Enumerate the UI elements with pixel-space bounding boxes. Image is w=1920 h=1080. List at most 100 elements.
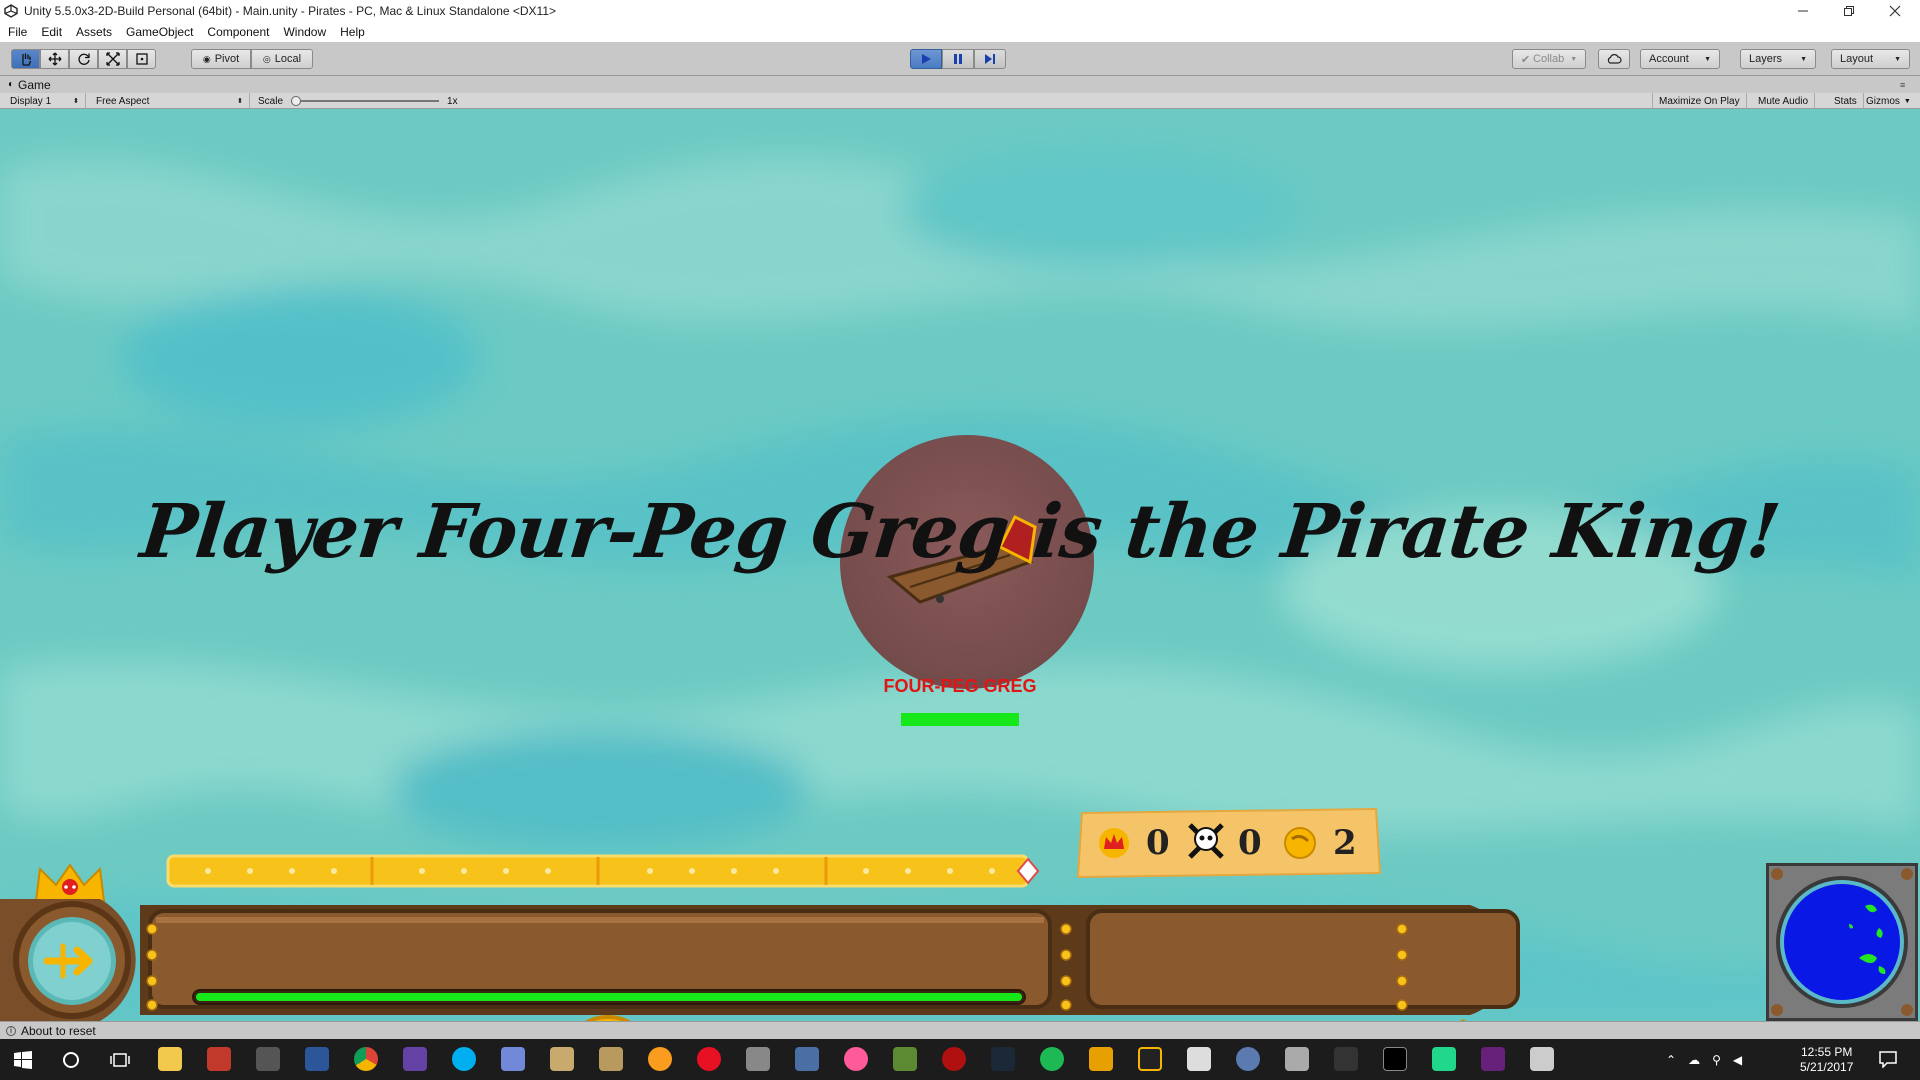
- app-globe-icon[interactable]: [1236, 1047, 1260, 1071]
- menu-assets[interactable]: Assets: [76, 25, 112, 39]
- minimap-frame: [1766, 863, 1918, 1021]
- scale-icon: [105, 52, 120, 66]
- collab-dropdown[interactable]: ✔ Collab ▼: [1512, 49, 1586, 69]
- local-toggle[interactable]: ◎ Local: [251, 49, 313, 69]
- clion-icon[interactable]: [1432, 1047, 1456, 1071]
- layers-label: Layers: [1749, 53, 1783, 65]
- chevron-down-icon: ▼: [1800, 55, 1807, 63]
- display-dropdown[interactable]: Display 1 ⬍: [4, 93, 86, 109]
- app-gray-icon[interactable]: [256, 1047, 280, 1071]
- heart-app-icon[interactable]: [697, 1047, 721, 1071]
- app-feather-icon[interactable]: [746, 1047, 770, 1071]
- kills-count: 0: [1238, 823, 1262, 863]
- app-blue-icon[interactable]: [795, 1047, 819, 1071]
- crown-stat-icon: [1099, 828, 1129, 858]
- windows-taskbar: ⌃ ☁ ⚲ ◀ 12:55 PM 5/21/2017: [0, 1039, 1920, 1080]
- osu-icon[interactable]: [844, 1047, 868, 1071]
- visual-studio-icon[interactable]: [1481, 1047, 1505, 1071]
- close-button[interactable]: [1872, 0, 1918, 22]
- game-view-controlbar: Display 1 ⬍ Free Aspect ⬍ Scale 1x Maxim…: [0, 93, 1920, 109]
- turn-progress-track: [166, 854, 1040, 888]
- app-black-icon[interactable]: [1138, 1047, 1162, 1071]
- menu-gameobject[interactable]: GameObject: [126, 25, 193, 39]
- twitch-icon[interactable]: [403, 1047, 427, 1071]
- panel-menu-icon[interactable]: ≡: [1900, 80, 1905, 90]
- task-view-icon[interactable]: [110, 1051, 130, 1069]
- game-tab-label: Game: [18, 77, 51, 92]
- chevron-down-icon: ▼: [1894, 55, 1901, 63]
- layers-dropdown[interactable]: Layers ▼: [1740, 49, 1816, 69]
- menu-file[interactable]: File: [8, 25, 27, 39]
- play-button[interactable]: [910, 49, 942, 69]
- app-orange-icon[interactable]: [1089, 1047, 1113, 1071]
- file-explorer-icon[interactable]: [158, 1047, 182, 1071]
- pause-icon: [954, 54, 962, 64]
- minecraft-icon[interactable]: [893, 1047, 917, 1071]
- onedrive-icon[interactable]: ☁: [1688, 1053, 1700, 1067]
- aspect-label: Free Aspect: [96, 95, 150, 107]
- rect-tool-button[interactable]: [127, 49, 156, 69]
- menu-edit[interactable]: Edit: [41, 25, 62, 39]
- cortana-icon[interactable]: [62, 1051, 80, 1069]
- scale-slider-thumb[interactable]: [291, 96, 302, 106]
- action-progress-fill: [196, 993, 1022, 1001]
- app-red-round-icon[interactable]: [942, 1047, 966, 1071]
- end-turn-button[interactable]: [28, 917, 116, 1005]
- skype-icon[interactable]: [452, 1047, 476, 1071]
- league-icon[interactable]: [550, 1047, 574, 1071]
- minimize-button[interactable]: [1780, 0, 1826, 22]
- discord-icon[interactable]: [501, 1047, 525, 1071]
- maximize-on-play-toggle[interactable]: Maximize On Play: [1652, 93, 1747, 109]
- scale-tool-button[interactable]: [98, 49, 127, 69]
- app-red-icon[interactable]: [207, 1047, 231, 1071]
- menu-help[interactable]: Help: [340, 25, 365, 39]
- restore-button[interactable]: [1826, 0, 1872, 22]
- layout-dropdown[interactable]: Layout ▼: [1831, 49, 1910, 69]
- minimap[interactable]: [1769, 866, 1915, 1018]
- game-tab[interactable]: ◐ Game: [0, 76, 1920, 93]
- terminal-icon[interactable]: [1383, 1047, 1407, 1071]
- move-tool-button[interactable]: [40, 49, 69, 69]
- steam-icon[interactable]: [991, 1047, 1015, 1071]
- clock[interactable]: 12:55 PM 5/21/2017: [1800, 1039, 1853, 1080]
- step-button[interactable]: [974, 49, 1006, 69]
- action-progress-track: [192, 989, 1026, 1005]
- pivot-label: Pivot: [214, 53, 240, 65]
- crowns-count: 0: [1146, 823, 1170, 863]
- pivot-toggle[interactable]: ◉ Pivot: [191, 49, 251, 69]
- word-icon[interactable]: [305, 1047, 329, 1071]
- pause-button[interactable]: [942, 49, 974, 69]
- gizmos-dropdown[interactable]: Gizmos ▼: [1860, 93, 1917, 109]
- clock-date: 5/21/2017: [1800, 1059, 1854, 1074]
- app-white-icon[interactable]: [1187, 1047, 1211, 1071]
- scale-slider[interactable]: [291, 96, 440, 106]
- rotate-tool-button[interactable]: [69, 49, 98, 69]
- unity-taskbar-icon[interactable]: [1530, 1047, 1554, 1071]
- app-cloud-icon[interactable]: [1285, 1047, 1309, 1071]
- pivot-icon: ◉: [202, 53, 211, 64]
- windows-start-icon[interactable]: [14, 1051, 32, 1069]
- menu-window[interactable]: Window: [283, 25, 326, 39]
- chrome-icon[interactable]: [354, 1047, 378, 1071]
- app-controller-icon[interactable]: [1334, 1047, 1358, 1071]
- window-titlebar: Unity 5.5.0x3-2D-Build Personal (64bit) …: [0, 0, 1920, 22]
- game-viewport[interactable]: Player Four-Peg Greg is the Pirate King!…: [0, 109, 1920, 1021]
- aspect-dropdown[interactable]: Free Aspect ⬍: [90, 93, 250, 109]
- volume-icon[interactable]: ◀: [1733, 1053, 1742, 1067]
- arrow-right-icon: [43, 943, 93, 979]
- account-dropdown[interactable]: Account ▼: [1640, 49, 1720, 69]
- cloud-button[interactable]: [1598, 49, 1630, 69]
- tray-expand-icon[interactable]: ⌃: [1666, 1053, 1676, 1067]
- editor-toolbar: ◉ Pivot ◎ Local ✔ Collab ▼ Account ▼ Lay…: [0, 42, 1920, 76]
- mute-audio-toggle[interactable]: Mute Audio: [1752, 93, 1816, 109]
- minimize-icon: [1798, 10, 1808, 12]
- spotify-icon[interactable]: [1040, 1047, 1064, 1071]
- coins-count: 2: [1333, 823, 1357, 863]
- menu-component[interactable]: Component: [207, 25, 269, 39]
- action-center-icon[interactable]: [1878, 1050, 1898, 1068]
- overwatch-icon[interactable]: [648, 1047, 672, 1071]
- stats-toggle[interactable]: Stats: [1828, 93, 1864, 109]
- network-icon[interactable]: ⚲: [1712, 1053, 1721, 1067]
- hand-tool-button[interactable]: [11, 49, 40, 69]
- league-client-icon[interactable]: [599, 1047, 623, 1071]
